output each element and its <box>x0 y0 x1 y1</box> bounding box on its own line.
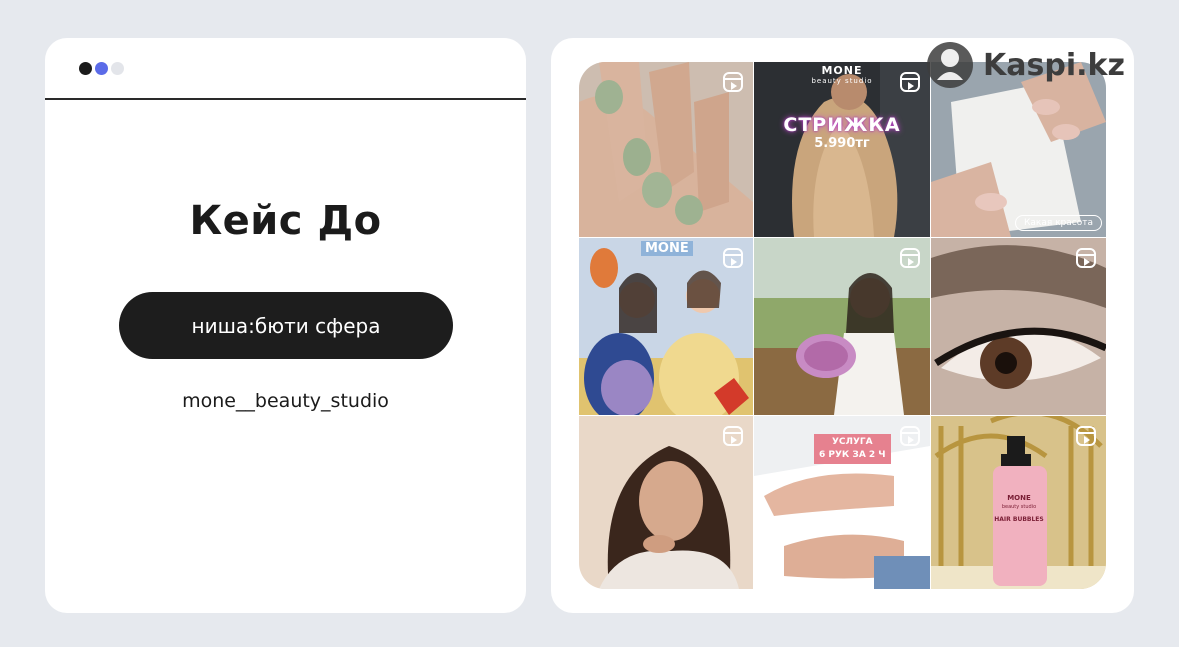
window-dot-blue <box>95 62 108 75</box>
reels-icon <box>1076 248 1096 268</box>
reels-icon <box>900 72 920 92</box>
reels-icon <box>1076 426 1096 446</box>
brand-logo: MONE <box>641 241 693 256</box>
product-label: MONE beauty studio HAIR BUBBLES <box>994 494 1044 523</box>
feed-tile-eyelash[interactable] <box>931 238 1106 415</box>
tile-caption: Какая красота <box>1014 215 1102 231</box>
header-divider <box>45 98 526 100</box>
promo-headline: СТРИЖКА <box>783 114 901 136</box>
promo-badge: УСЛУГА 6 РУК ЗА 2 Ч <box>814 434 891 464</box>
feed-tile-bouquet[interactable] <box>754 238 930 415</box>
window-dots <box>79 62 124 75</box>
instagram-feed-grid: MONE beauty studio СТРИЖКА 5.990тг Какая… <box>579 62 1106 589</box>
niche-pill[interactable]: ниша:бюти сфера <box>119 292 453 359</box>
promo-price: 5.990тг <box>814 136 870 151</box>
reels-icon <box>900 426 920 446</box>
kaspi-watermark-text: Kaspi.kz <box>983 47 1125 83</box>
reels-icon <box>723 72 743 92</box>
account-handle: mone__beauty_studio <box>182 390 389 412</box>
reels-icon <box>723 426 743 446</box>
case-card: Кейс До ниша:бюти сфера mone__beauty_stu… <box>45 38 526 613</box>
feed-tile-portrait[interactable] <box>579 416 753 589</box>
reels-icon <box>900 248 920 268</box>
feed-tile-pedicure-promo[interactable]: УСЛУГА 6 РУК ЗА 2 Ч <box>754 416 930 589</box>
kaspi-watermark: Kaspi.kz <box>925 40 1125 90</box>
kaspi-logo-icon <box>927 42 973 88</box>
reels-icon <box>723 248 743 268</box>
window-dot-grey <box>111 62 124 75</box>
window-dot-black <box>79 62 92 75</box>
feed-tile-green-manicure[interactable] <box>579 62 753 237</box>
feed-tile-animated-characters[interactable]: MONE <box>579 238 753 415</box>
feed-tile-hair-product[interactable]: MONE beauty studio HAIR BUBBLES <box>931 416 1106 589</box>
feed-tile-haircut-promo[interactable]: MONE beauty studio СТРИЖКА 5.990тг <box>754 62 930 237</box>
case-title: Кейс До <box>189 198 382 244</box>
